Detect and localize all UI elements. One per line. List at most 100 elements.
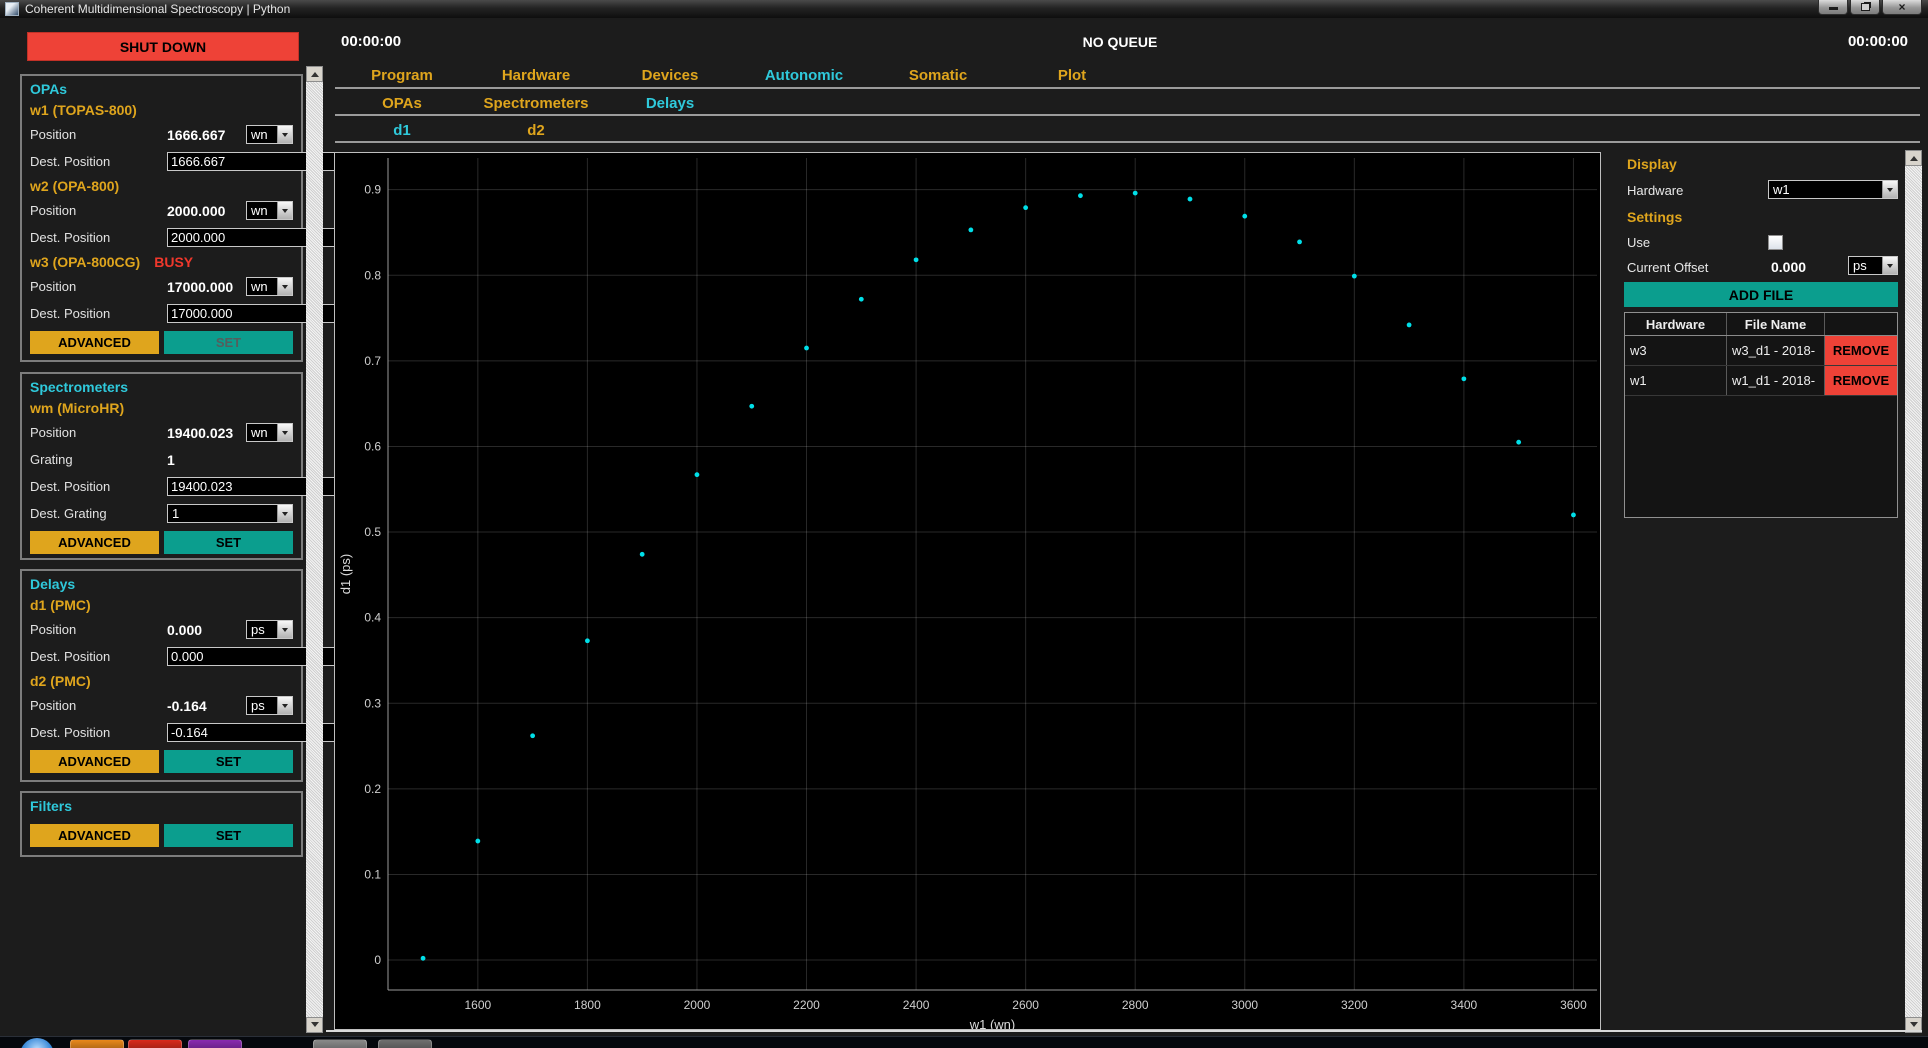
- remove-file-button[interactable]: REMOVE: [1825, 336, 1897, 365]
- content-bottom-border: [326, 1030, 1922, 1032]
- section-title: Spectrometers: [30, 377, 293, 397]
- shutdown-button[interactable]: SHUT DOWN: [27, 32, 299, 61]
- position-readout: 0.000: [167, 622, 246, 638]
- advanced-button[interactable]: ADVANCED: [30, 331, 159, 354]
- set-button[interactable]: SET: [164, 824, 293, 847]
- set-button[interactable]: SET: [164, 750, 293, 773]
- data-point: [475, 839, 480, 844]
- use-label: Use: [1627, 235, 1650, 250]
- taskbar-icon-orange[interactable]: [70, 1039, 124, 1048]
- window-titlebar: Coherent Multidimensional Spectroscopy |…: [0, 0, 1928, 18]
- minimize-button[interactable]: [1818, 0, 1848, 15]
- tab-d1[interactable]: d1: [335, 119, 469, 142]
- advanced-button[interactable]: ADVANCED: [30, 531, 159, 554]
- cell-file-name: w3_d1 - 2018-: [1727, 336, 1825, 365]
- remove-file-button[interactable]: REMOVE: [1825, 366, 1897, 395]
- field-row: Dest. Positionwn: [30, 300, 293, 327]
- position-readout: 2000.000: [167, 203, 246, 219]
- advanced-button[interactable]: ADVANCED: [30, 750, 159, 773]
- arrow-down-icon: [311, 1022, 319, 1031]
- start-orb[interactable]: [20, 1038, 54, 1048]
- data-point: [1352, 274, 1357, 279]
- data-point: [1188, 197, 1193, 202]
- taskbar-icon-purple[interactable]: [188, 1039, 242, 1048]
- chevron-down-icon: [277, 278, 292, 295]
- unit-select[interactable]: wn: [246, 423, 293, 442]
- tab-underline-1: [335, 87, 1920, 89]
- set-button[interactable]: SET: [164, 531, 293, 554]
- data-point: [1407, 323, 1412, 328]
- field-row: Dest. Grating1: [30, 500, 293, 527]
- dest-position-input[interactable]: [167, 647, 351, 666]
- dest-position-input[interactable]: [167, 477, 351, 496]
- tab-spectrometers[interactable]: Spectrometers: [469, 92, 603, 115]
- cell-hardware: w1: [1625, 366, 1727, 395]
- tab-opas[interactable]: OPAs: [335, 92, 469, 115]
- sidebar-scrollbar[interactable]: [306, 66, 323, 1033]
- field-label: Dest. Position: [30, 649, 167, 664]
- scroll-down-button[interactable]: [306, 1017, 323, 1033]
- grating-select[interactable]: 1: [167, 504, 293, 523]
- unit-select[interactable]: ps: [246, 696, 293, 715]
- close-button[interactable]: ×: [1882, 0, 1922, 15]
- taskbar-icon-red[interactable]: [128, 1039, 182, 1048]
- tab-devices[interactable]: Devices: [603, 64, 737, 87]
- scroll-up-button[interactable]: [1905, 150, 1922, 166]
- tab-d2[interactable]: d2: [469, 119, 603, 142]
- group-opas: OPAsw1 (TOPAS-800)Position1666.667wnDest…: [20, 74, 303, 362]
- unit-value: wn: [247, 424, 277, 441]
- field-label: Dest. Position: [30, 479, 167, 494]
- add-file-button[interactable]: ADD FILE: [1624, 282, 1898, 307]
- unit-value: ps: [247, 621, 277, 638]
- table-header-row: HardwareFile Name: [1625, 313, 1897, 336]
- data-point: [695, 472, 700, 477]
- unit-select[interactable]: wn: [246, 125, 293, 144]
- restore-button[interactable]: [1850, 0, 1880, 15]
- nav-tabs-level2: OPAsSpectrometersDelays: [335, 92, 737, 115]
- dest-position-input[interactable]: [167, 228, 351, 247]
- unit-value: ps: [247, 697, 277, 714]
- dest-position-input[interactable]: [167, 723, 351, 742]
- dest-position-input[interactable]: [167, 152, 351, 171]
- tab-underline-3: [335, 141, 1920, 143]
- table-row: w1w1_d1 - 2018-REMOVE: [1625, 366, 1897, 396]
- scatter-plot[interactable]: 1600180020002200240026002800300032003400…: [335, 153, 1600, 1029]
- position-readout: 17000.000: [167, 279, 246, 295]
- file-table: HardwareFile Namew3w3_d1 - 2018-REMOVEw1…: [1624, 312, 1898, 518]
- tab-program[interactable]: Program: [335, 64, 469, 87]
- grating-readout: 1: [167, 452, 246, 468]
- field-label: Dest. Position: [30, 154, 167, 169]
- scroll-up-button[interactable]: [306, 66, 323, 82]
- group-filters: FiltersADVANCEDSET: [20, 791, 303, 857]
- data-point: [968, 228, 973, 233]
- field-row: Dest. Positionwn: [30, 473, 293, 500]
- advanced-button[interactable]: ADVANCED: [30, 824, 159, 847]
- offset-unit-select[interactable]: ps: [1848, 256, 1898, 275]
- panel-scrollbar[interactable]: [1905, 150, 1922, 1033]
- unit-select[interactable]: wn: [246, 201, 293, 220]
- use-checkbox[interactable]: [1768, 235, 1783, 250]
- field-row: Position19400.023wn: [30, 419, 293, 446]
- taskbar-icon-gray-1[interactable]: [313, 1039, 367, 1048]
- y-tick-label: 0: [374, 953, 381, 967]
- display-header: Display: [1627, 156, 1677, 172]
- set-button[interactable]: SET: [164, 331, 293, 354]
- restore-icon: [1861, 3, 1870, 11]
- taskbar-icon-gray-2[interactable]: [378, 1039, 432, 1048]
- tab-hardware[interactable]: Hardware: [469, 64, 603, 87]
- unit-value: wn: [247, 202, 277, 219]
- tab-delays[interactable]: Delays: [603, 92, 737, 115]
- plot-settings-panel: Display Hardware w1 Settings Use Current…: [1622, 148, 1902, 1033]
- close-icon: ×: [1898, 1, 1905, 13]
- unit-select[interactable]: ps: [246, 620, 293, 639]
- hardware-select[interactable]: w1: [1768, 180, 1898, 199]
- chevron-down-icon: [1882, 181, 1897, 198]
- group-buttons: ADVANCEDSET: [30, 824, 293, 847]
- dest-position-input[interactable]: [167, 304, 351, 323]
- tab-autonomic[interactable]: Autonomic: [737, 64, 871, 87]
- y-tick-label: 0.9: [364, 183, 381, 197]
- plot-widget[interactable]: 1600180020002200240026002800300032003400…: [334, 152, 1601, 1030]
- unit-select[interactable]: wn: [246, 277, 293, 296]
- tab-somatic[interactable]: Somatic: [871, 64, 1005, 87]
- tab-plot[interactable]: Plot: [1005, 64, 1139, 87]
